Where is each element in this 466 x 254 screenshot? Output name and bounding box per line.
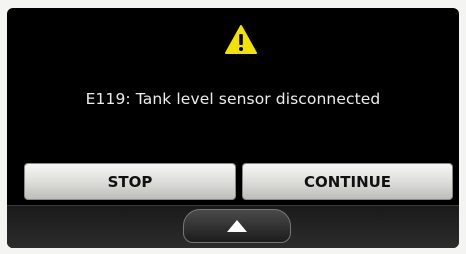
warning-icon xyxy=(225,25,257,54)
up-arrow-icon xyxy=(227,220,247,232)
stop-button[interactable]: STOP xyxy=(24,163,236,200)
continue-button-label: CONTINUE xyxy=(303,172,392,191)
continue-button[interactable]: CONTINUE xyxy=(242,163,453,200)
error-dialog-screen: E119: Tank level sensor disconnected STO… xyxy=(7,8,459,248)
error-message: E119: Tank level sensor disconnected xyxy=(85,90,381,108)
stop-button-label: STOP xyxy=(107,172,153,191)
expand-panel-button[interactable] xyxy=(183,209,291,243)
